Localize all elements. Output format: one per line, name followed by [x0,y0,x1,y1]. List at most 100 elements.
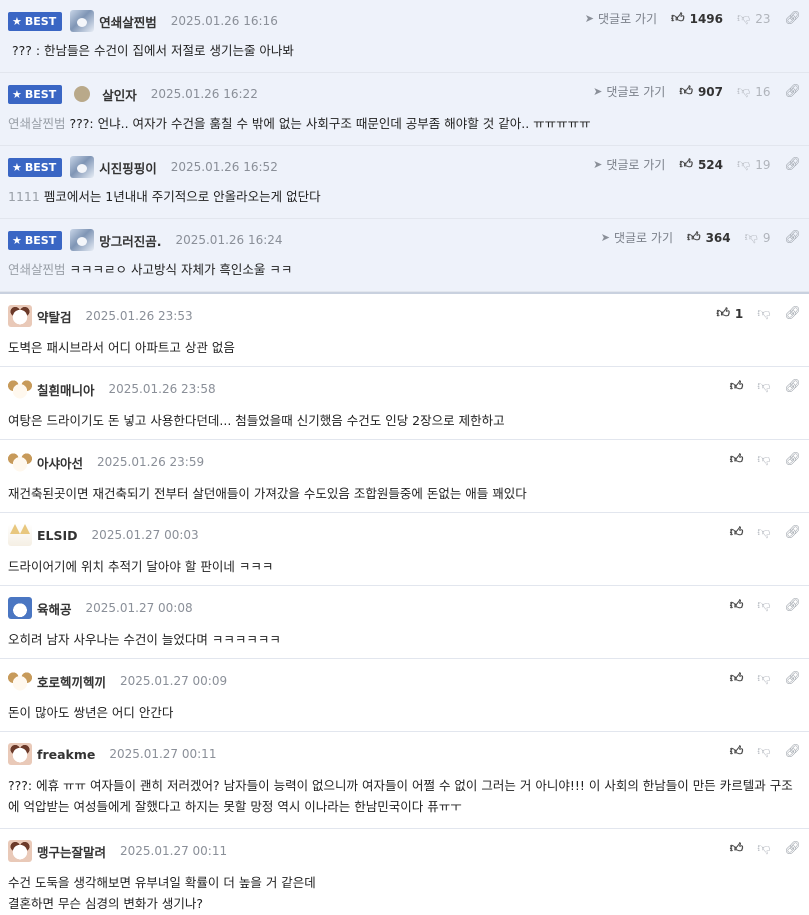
bear-avatar[interactable] [8,743,32,765]
downvote-button[interactable]: 👎︎ [757,307,770,320]
comment-date: 2025.01.26 23:58 [108,382,216,396]
downvote-button[interactable]: 👎︎ [757,745,770,758]
link-icon[interactable]: 🔗︎ [784,306,801,321]
comment-author[interactable]: freakme [37,747,95,762]
comment-item: 육해공 2025.01.27 00:08 👍︎ 👎︎ 🔗︎ 오히려 남자 사우나… [0,586,809,659]
bear-avatar[interactable] [8,305,32,327]
link-icon[interactable]: 🔗︎ [784,841,801,856]
star-icon: ★ [12,87,22,101]
link-icon[interactable]: 🔗︎ [784,744,801,759]
thumbs-down-icon: 👎︎ [757,598,771,613]
downvote-button[interactable]: 👎︎ [757,380,770,393]
puppy-avatar[interactable] [8,451,32,473]
comment-author[interactable]: 호로헥끼헥끼 [37,672,106,691]
comment-date: 2025.01.26 16:52 [170,160,278,174]
comment-text: ???: 에휴 ㅠㅠ 여자들이 괜히 저러겠어? 남자들이 능력이 없으니까 여… [8,778,793,814]
comment-text: 오히려 남자 사우나는 수건이 늘었다며 ㅋㅋㅋㅋㅋㅋ [8,632,281,647]
comment-author[interactable]: 연쇄살찐범 [99,12,157,31]
wolf-avatar[interactable] [70,229,95,251]
round-avatar[interactable] [74,86,91,102]
thumbs-up-icon: 👍︎ [679,84,693,99]
go-to-reply-link[interactable]: ➤ 댓글로 가기 [593,156,665,173]
send-arrow-icon: ➤ [600,231,610,244]
upvote-button[interactable]: 👍︎ [730,453,744,466]
thumbs-up-icon: 👍︎ [729,452,744,467]
upvote-button[interactable]: 👍︎ [730,745,744,758]
reply-target[interactable]: 연쇄살찐범 [8,262,66,277]
upvote-button[interactable]: 👍︎ 524 [679,158,723,172]
comment-text: 수건 도둑을 생각해보면 유부녀일 확률이 더 높을 거 같은데 결혼하면 무슨… [8,875,316,911]
downvote-button[interactable]: 👎︎ 9 [745,231,771,245]
comment-author[interactable]: 칠흰매니아 [37,380,95,399]
fox-avatar[interactable] [8,524,32,546]
thumbs-down-icon: 👎︎ [757,841,771,856]
link-icon[interactable]: 🔗︎ [784,452,801,467]
comment-author[interactable]: ELSID [37,528,78,543]
comment-item: ELSID 2025.01.27 00:03 👍︎ 👎︎ 🔗︎ 드라이어기에 위… [0,513,809,586]
comment-author[interactable]: 아샤아선 [37,453,83,472]
upvote-button[interactable]: 👍︎ 1 [716,307,743,321]
comment-item: 맹구는잘말려 2025.01.27 00:11 👍︎ 👎︎ 🔗︎ 수건 도둑을 … [0,829,809,915]
thumbs-up-icon: 👍︎ [729,525,744,540]
upvote-button[interactable]: 👍︎ 1496 [671,12,723,26]
upvote-button[interactable]: 👍︎ 907 [679,85,723,99]
downvote-button[interactable]: 👎︎ 23 [737,12,770,26]
comment-item: 아샤아선 2025.01.26 23:59 👍︎ 👎︎ 🔗︎ 재건축된곳이면 재… [0,440,809,513]
reply-target[interactable]: 1111 [8,189,40,204]
upvote-button[interactable]: 👍︎ 364 [687,231,731,245]
comment-list: ★ BEST 연쇄살찐범 2025.01.26 16:16 ➤ 댓글로 가기 👍︎ 1… [0,0,809,915]
thumbs-up-icon: 👍︎ [729,598,744,613]
thumbs-down-icon: 👎︎ [757,525,771,540]
link-icon[interactable]: 🔗︎ [784,598,801,613]
comment-text: 드라이어기에 위치 추적기 달아야 할 판이네 ㅋㅋㅋ [8,559,274,574]
wolf-avatar[interactable] [70,10,95,32]
comment-text: 도벽은 패시브라서 어디 아파트고 상관 없음 [8,340,235,355]
comment-author[interactable]: 망그러진곰. [99,231,161,250]
go-to-reply-link[interactable]: ➤ 댓글로 가기 [585,10,657,27]
wolf-avatar[interactable] [70,156,95,178]
comment-author[interactable]: 육해공 [37,599,72,618]
downvote-button[interactable]: 👎︎ [757,672,770,685]
link-icon[interactable]: 🔗︎ [784,379,801,394]
blue-avatar[interactable] [8,597,32,619]
bear-avatar[interactable] [8,840,32,862]
thumbs-up-icon: 👍︎ [679,157,693,172]
thumbs-down-icon: 👎︎ [757,671,771,686]
puppy-avatar[interactable] [8,378,32,400]
comment-date: 2025.01.27 00:11 [120,844,228,858]
link-icon[interactable]: 🔗︎ [784,671,801,686]
comment-author[interactable]: 맹구는잘말려 [37,842,106,861]
comment-author[interactable]: 살인자 [102,85,137,104]
comment-text: 돈이 많아도 쌍년은 어디 안간다 [8,705,174,720]
thumbs-down-icon: 👎︎ [737,11,751,26]
link-icon[interactable]: 🔗︎ [784,157,801,172]
comment-author[interactable]: 시진핑핑이 [99,158,157,177]
downvote-button[interactable]: 👎︎ [757,842,770,855]
downvote-button[interactable]: 👎︎ [757,453,770,466]
link-icon[interactable]: 🔗︎ [784,84,801,99]
downvote-button[interactable]: 👎︎ [757,599,770,612]
comment-author[interactable]: 약탈검 [37,307,72,326]
link-icon[interactable]: 🔗︎ [784,11,801,26]
comment-text: 연쇄살찐범???: 언냐.. 여자가 수건을 훔칠 수 밖에 없는 사회구조 때… [8,116,591,131]
comment-text: 재건축된곳이면 재건축되기 전부터 살던애들이 가져갔을 수도있음 조합원들중에… [8,486,527,501]
upvote-button[interactable]: 👍︎ [730,672,744,685]
upvote-button[interactable]: 👍︎ [730,599,744,612]
upvote-button[interactable]: 👍︎ [730,380,744,393]
comment-item: 호로헥끼헥끼 2025.01.27 00:09 👍︎ 👎︎ 🔗︎ 돈이 많아도 … [0,659,809,732]
go-to-reply-link[interactable]: ➤ 댓글로 가기 [593,83,665,100]
comment-item: freakme 2025.01.27 00:11 👍︎ 👎︎ 🔗︎ ???: 에… [0,732,809,829]
link-icon[interactable]: 🔗︎ [784,525,801,540]
downvote-button[interactable]: 👎︎ 19 [737,158,770,172]
go-to-reply-link[interactable]: ➤ 댓글로 가기 [601,229,673,246]
upvote-button[interactable]: 👍︎ [730,842,744,855]
star-icon: ★ [12,233,22,247]
upvote-button[interactable]: 👍︎ [730,526,744,539]
downvote-button[interactable]: 👎︎ [757,526,770,539]
send-arrow-icon: ➤ [584,12,594,25]
puppy-avatar[interactable] [8,670,32,692]
downvote-button[interactable]: 👎︎ 16 [737,85,770,99]
link-icon[interactable]: 🔗︎ [784,230,801,245]
reply-target[interactable]: 연쇄살찐범 [8,116,66,131]
comment-item: 약탈검 2025.01.26 23:53 👍︎ 1 👎︎ 🔗︎ 도벽은 패시브라서… [0,294,809,367]
